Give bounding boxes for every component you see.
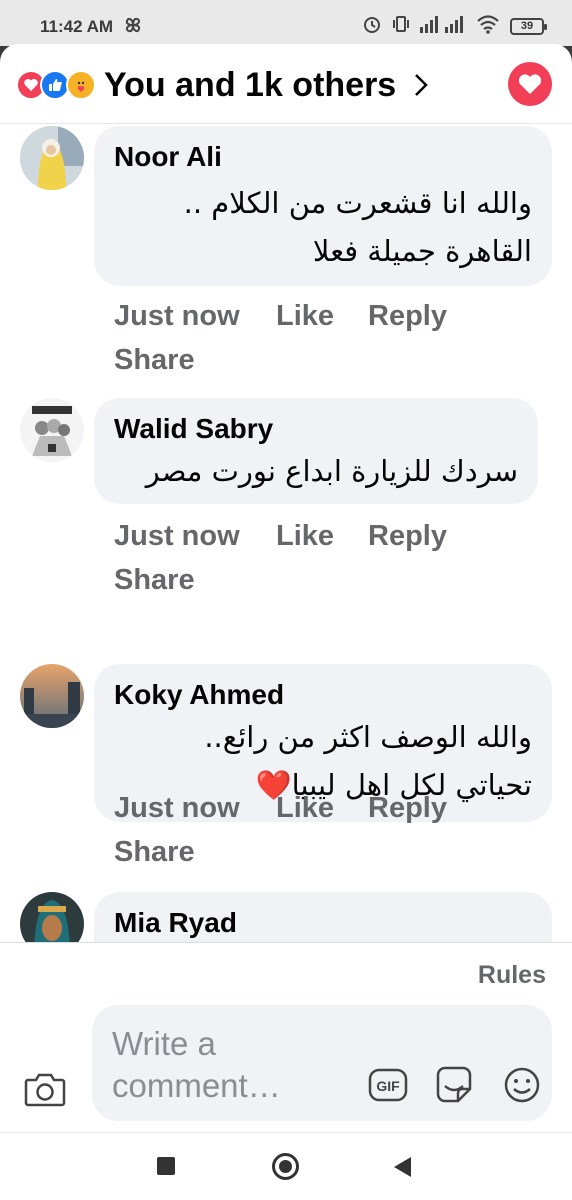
share-button[interactable]: Share: [114, 344, 195, 377]
comment-composer-area: Rules Write a comment… GIF: [0, 942, 572, 1132]
comment-text-line: القاهرة جميلة فعلا: [312, 234, 532, 268]
like-button[interactable]: Like: [276, 520, 334, 553]
share-button[interactable]: Share: [114, 836, 195, 869]
recent-apps-icon[interactable]: [157, 1157, 175, 1175]
reply-button[interactable]: Reply: [368, 300, 447, 333]
comment-bubble[interactable]: Mia Ryad: [94, 892, 552, 942]
comments-sheet: You and 1k others Noor Ali والله انا قشع…: [0, 44, 572, 1200]
signal-icon: [420, 14, 466, 39]
gif-icon[interactable]: GIF: [368, 1067, 408, 1108]
comment-text-line: والله انا قشعرت من الكلام ..: [183, 186, 532, 220]
comment-bubble[interactable]: Noor Ali والله انا قشعرت من الكلام .. ال…: [94, 126, 552, 286]
avatar[interactable]: [20, 892, 84, 942]
sticker-icon[interactable]: [434, 1065, 474, 1110]
share-button[interactable]: Share: [114, 564, 195, 597]
like-button[interactable]: Like: [276, 300, 334, 333]
care-reaction-icon: [66, 70, 96, 100]
comment-text-line: سردك للزيارة ابداع نورت مصر: [145, 454, 518, 488]
svg-text:GIF: GIF: [376, 1078, 400, 1094]
reply-button[interactable]: Reply: [368, 792, 447, 825]
like-button[interactable]: Like: [276, 792, 334, 825]
pinwheel-icon: [122, 14, 144, 41]
comment-list: Noor Ali والله انا قشعرت من الكلام .. ال…: [0, 124, 572, 942]
comment-author[interactable]: Noor Ali: [114, 141, 222, 173]
status-bar: 11:42 AM 39: [0, 0, 572, 46]
comment-timestamp: Just now: [114, 300, 240, 332]
camera-icon[interactable]: [24, 1071, 66, 1112]
back-icon[interactable]: [394, 1157, 411, 1177]
comment-author[interactable]: Koky Ahmed: [114, 679, 284, 711]
rules-link[interactable]: Rules: [478, 961, 546, 990]
comment-text-line: والله الوصف اكثر من رائع..: [204, 720, 532, 754]
reply-button[interactable]: Reply: [368, 520, 447, 553]
comment-bubble[interactable]: Walid Sabry سردك للزيارة ابداع نورت مصر: [94, 398, 538, 504]
comment-author[interactable]: Walid Sabry: [114, 413, 273, 445]
status-icons: 39: [362, 14, 547, 39]
emoji-icon[interactable]: [502, 1065, 542, 1110]
vibrate-icon: [392, 14, 410, 39]
reaction-icons: [16, 70, 100, 100]
avatar[interactable]: [20, 664, 84, 728]
avatar[interactable]: [20, 398, 84, 462]
status-time: 11:42 AM: [40, 17, 114, 36]
avatar[interactable]: [20, 126, 84, 190]
love-react-button[interactable]: [508, 62, 552, 106]
home-icon[interactable]: [272, 1153, 299, 1180]
comment-timestamp: Just now: [114, 792, 240, 824]
comment-input[interactable]: Write a comment… GIF: [92, 1005, 552, 1121]
reactions-header[interactable]: You and 1k others: [0, 44, 572, 124]
comment-author[interactable]: Mia Ryad: [114, 907, 237, 939]
reactions-summary[interactable]: You and 1k others: [104, 66, 396, 105]
system-navigation-bar: [0, 1132, 572, 1200]
alarm-icon: [362, 14, 382, 39]
comment-timestamp: Just now: [114, 520, 240, 552]
chevron-right-icon[interactable]: [412, 71, 430, 104]
battery-icon: 39: [510, 18, 547, 35]
comment-placeholder[interactable]: Write a comment…: [112, 1023, 322, 1107]
wifi-icon: [476, 14, 500, 39]
